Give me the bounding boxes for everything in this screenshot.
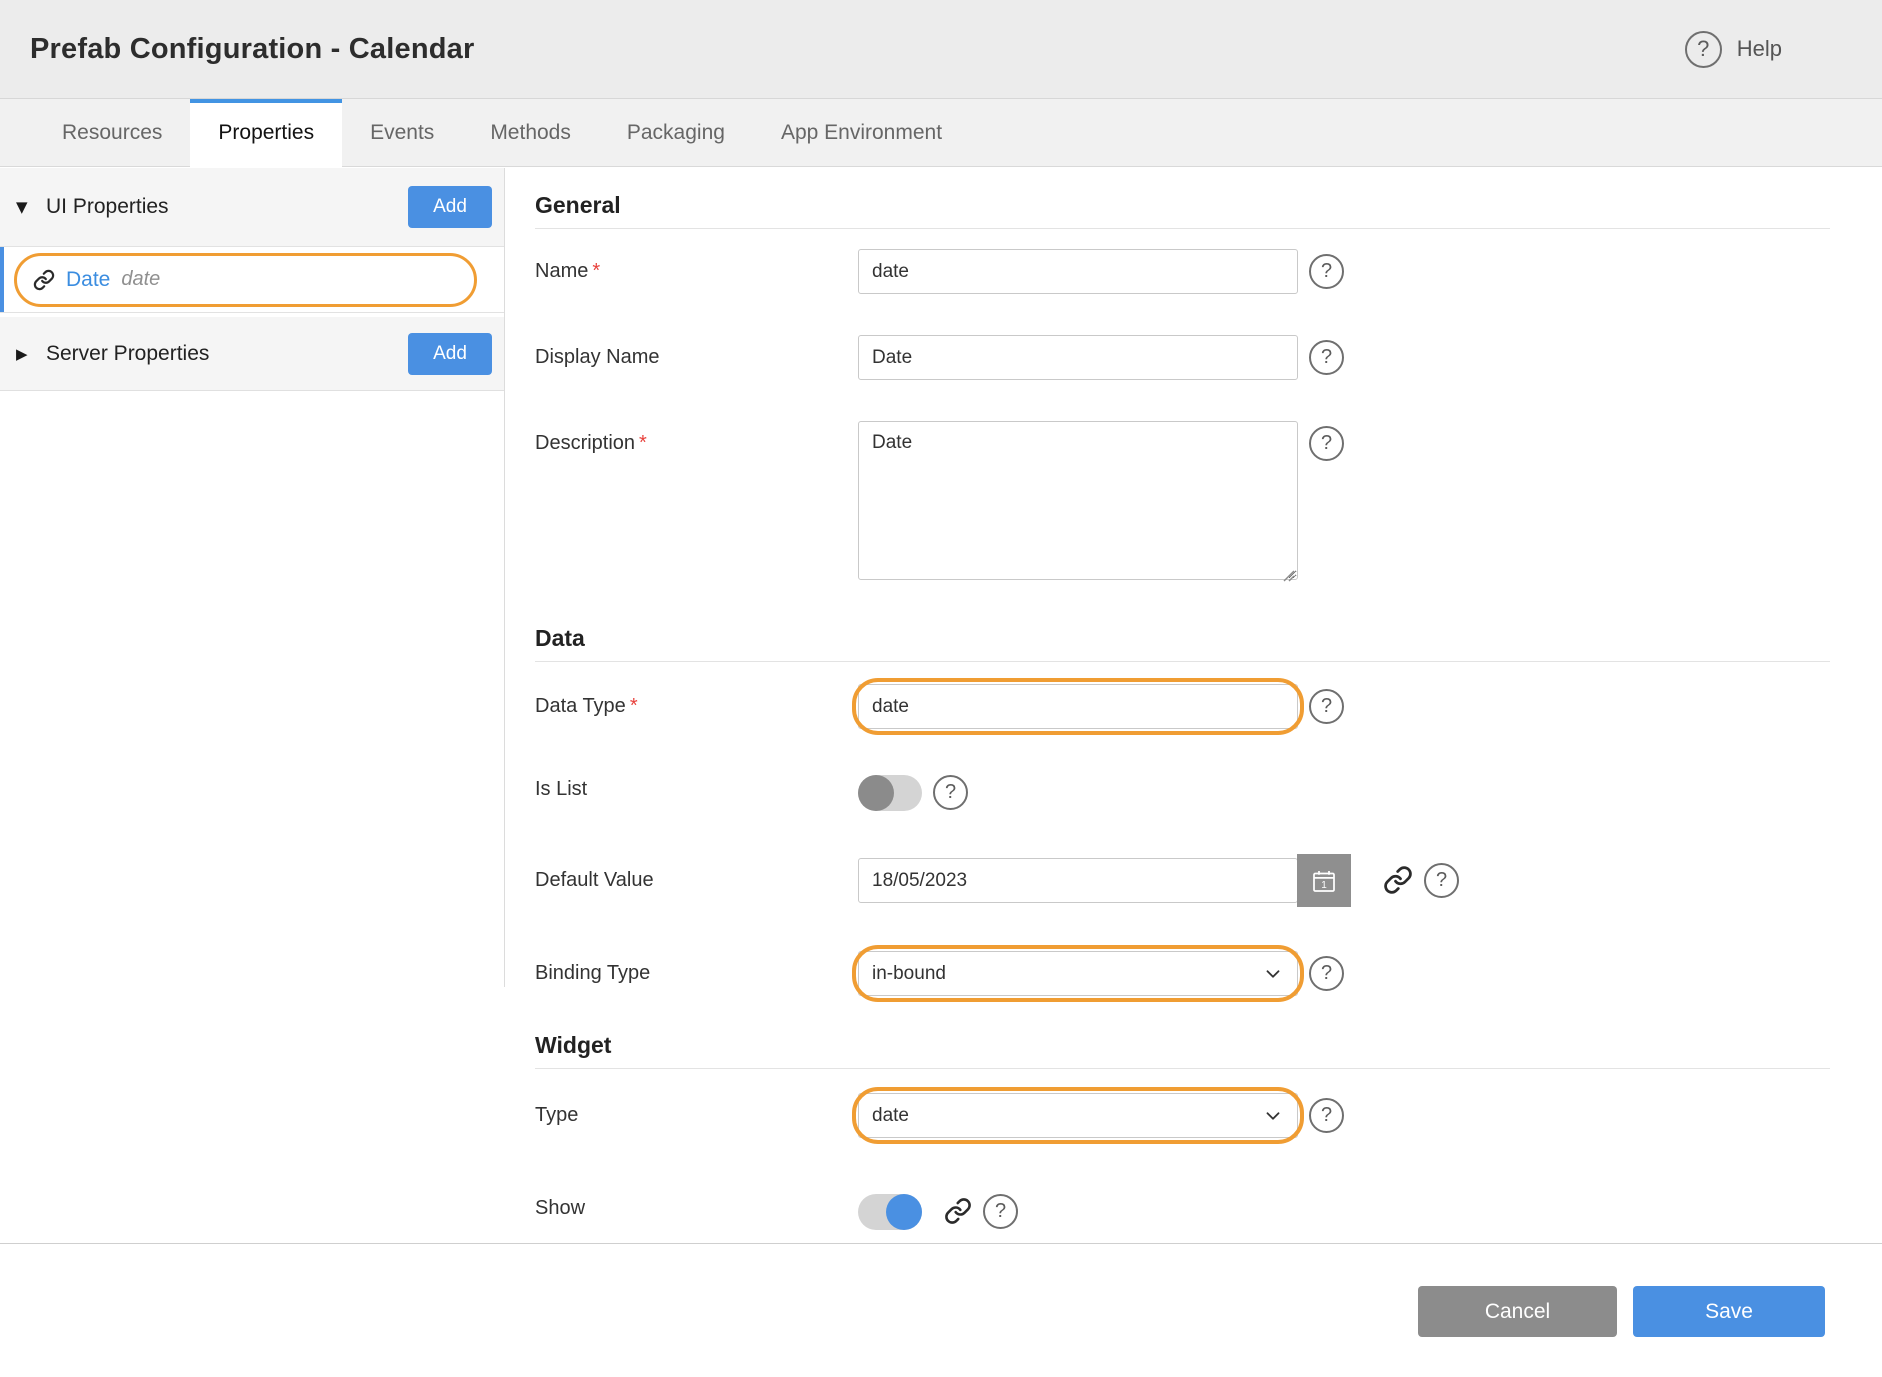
description-textarea[interactable]: Date xyxy=(858,421,1298,580)
help-icon[interactable]: ? xyxy=(1309,254,1344,289)
highlight-outline xyxy=(858,684,1298,729)
svg-text:1: 1 xyxy=(1321,879,1327,890)
show-label: Show xyxy=(535,1186,858,1220)
toggle-knob xyxy=(886,1194,922,1230)
tab-bar: Resources Properties Events Methods Pack… xyxy=(0,99,1882,167)
help-icon[interactable]: ? xyxy=(1309,956,1344,991)
required-asterisk: * xyxy=(630,695,638,717)
help-icon[interactable]: ? xyxy=(933,775,968,810)
name-input[interactable] xyxy=(858,249,1298,294)
selected-property-item[interactable]: Date date xyxy=(14,253,477,307)
tab-app-environment[interactable]: App Environment xyxy=(753,99,970,166)
chevron-down-icon xyxy=(1262,963,1284,985)
help-link[interactable]: ? Help xyxy=(1685,31,1782,68)
help-icon[interactable]: ? xyxy=(1309,426,1344,461)
display-name-input[interactable] xyxy=(858,335,1298,380)
field-row-is-list: Is List ? xyxy=(535,767,1882,811)
is-list-toggle[interactable] xyxy=(858,775,922,811)
property-item-name: date xyxy=(121,268,160,291)
property-list-item-date[interactable]: Date date xyxy=(0,247,505,313)
field-row-default-value: Default Value 1 xyxy=(535,858,1882,907)
property-item-display-name: Date xyxy=(66,268,110,292)
property-form-panel: General Name* ? Display Name ? Descripti… xyxy=(505,168,1882,1243)
dialog-header: Prefab Configuration - Calendar ? Help xyxy=(0,0,1882,99)
cancel-button[interactable]: Cancel xyxy=(1418,1286,1617,1337)
default-value-input[interactable] xyxy=(858,858,1298,903)
display-name-label: Display Name xyxy=(535,335,858,369)
server-properties-header[interactable]: ▶ Server Properties Add xyxy=(0,317,505,391)
dialog-footer: Cancel Save xyxy=(0,1243,1882,1377)
link-icon xyxy=(33,269,55,291)
help-icon[interactable]: ? xyxy=(1309,340,1344,375)
question-circle-icon[interactable]: ? xyxy=(1685,31,1722,68)
help-icon[interactable]: ? xyxy=(1309,689,1344,724)
ui-properties-label: UI Properties xyxy=(46,195,169,219)
default-value-label: Default Value xyxy=(535,858,858,892)
tab-events[interactable]: Events xyxy=(342,99,462,166)
calendar-icon: 1 xyxy=(1309,866,1339,896)
data-type-input[interactable] xyxy=(858,684,1298,729)
widget-type-select[interactable]: date xyxy=(858,1093,1298,1138)
field-row-binding-type: Binding Type in-bound ? xyxy=(535,951,1882,996)
field-row-name: Name* ? xyxy=(535,249,1882,294)
help-label[interactable]: Help xyxy=(1737,36,1782,62)
widget-type-value: date xyxy=(872,1105,909,1127)
is-list-label: Is List xyxy=(535,767,858,801)
tab-packaging[interactable]: Packaging xyxy=(599,99,753,166)
name-label: Name* xyxy=(535,249,858,283)
section-heading-data: Data xyxy=(535,625,1830,662)
description-label: Description* xyxy=(535,421,858,455)
field-row-data-type: Data Type* ? xyxy=(535,684,1882,729)
required-asterisk: * xyxy=(592,260,600,282)
type-label: Type xyxy=(535,1093,858,1127)
bind-property-link-icon[interactable] xyxy=(944,1197,972,1225)
section-heading-widget: Widget xyxy=(535,1032,1830,1069)
bind-property-link-icon[interactable] xyxy=(1383,865,1413,895)
properties-sidebar: ▼ UI Properties Add Date date ▶ Server P… xyxy=(0,168,505,391)
add-server-property-button[interactable]: Add xyxy=(408,333,492,375)
tab-methods[interactable]: Methods xyxy=(462,99,599,166)
help-icon[interactable]: ? xyxy=(1309,1098,1344,1133)
binding-type-label: Binding Type xyxy=(535,951,858,985)
ui-properties-header[interactable]: ▼ UI Properties Add xyxy=(0,168,505,247)
help-icon[interactable]: ? xyxy=(1424,863,1459,898)
help-icon[interactable]: ? xyxy=(983,1194,1018,1229)
field-row-description: Description* Date ? xyxy=(535,421,1882,585)
tab-resources[interactable]: Resources xyxy=(34,99,190,166)
toggle-knob xyxy=(858,775,894,811)
binding-type-select[interactable]: in-bound xyxy=(858,951,1298,996)
add-ui-property-button[interactable]: Add xyxy=(408,186,492,228)
binding-type-value: in-bound xyxy=(872,963,946,985)
data-type-label: Data Type* xyxy=(535,684,858,718)
field-row-type: Type date ? xyxy=(535,1093,1882,1138)
tab-properties[interactable]: Properties xyxy=(190,99,342,166)
date-picker-button[interactable]: 1 xyxy=(1297,854,1351,907)
field-row-show: Show ? xyxy=(535,1186,1882,1230)
chevron-down-icon xyxy=(1262,1105,1284,1127)
highlight-outline: date xyxy=(858,1093,1298,1138)
caret-right-icon[interactable]: ▶ xyxy=(16,345,38,363)
highlight-outline: in-bound xyxy=(858,951,1298,996)
section-heading-general: General xyxy=(535,192,1830,229)
page-title: Prefab Configuration - Calendar xyxy=(30,33,474,66)
server-properties-label: Server Properties xyxy=(46,342,209,366)
save-button[interactable]: Save xyxy=(1633,1286,1825,1337)
required-asterisk: * xyxy=(639,432,647,454)
show-toggle[interactable] xyxy=(858,1194,922,1230)
caret-down-icon[interactable]: ▼ xyxy=(16,198,38,216)
field-row-display-name: Display Name ? xyxy=(535,335,1882,380)
